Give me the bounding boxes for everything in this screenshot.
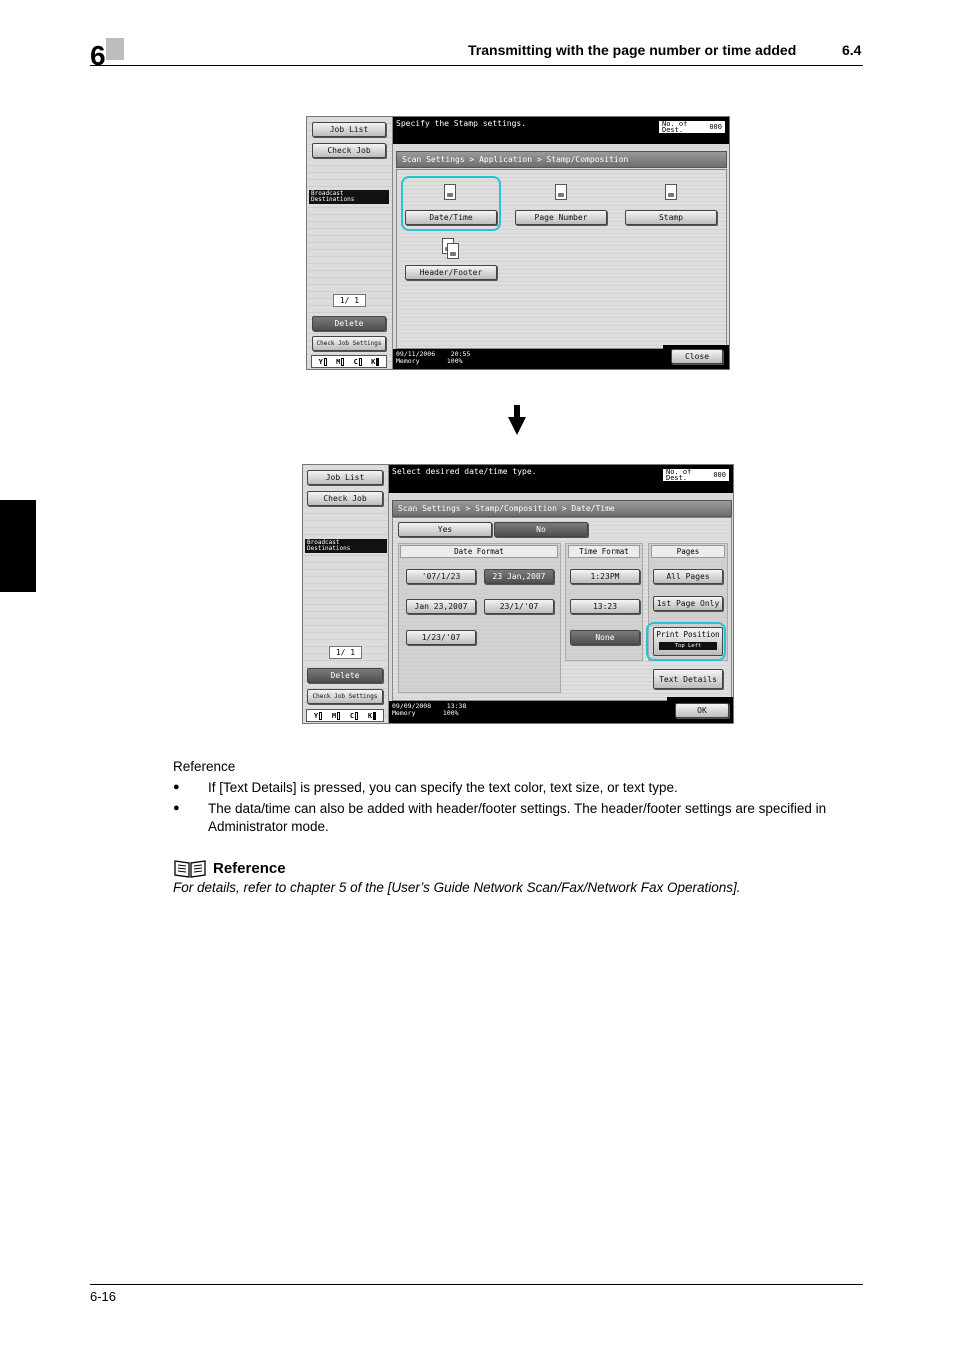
bullet-text-1: If [Text Details] is pressed, you can sp… [208, 780, 678, 795]
bullet-text-2: The data/time can also be added with hea… [208, 801, 827, 834]
page-number: 6-16 [90, 1289, 117, 1304]
toner-bar-icon [373, 711, 377, 720]
running-header-section: 6.4 [842, 42, 862, 58]
toner-levels: Y M C K [311, 355, 387, 368]
reference-label: Reference [173, 759, 236, 774]
chapter-marker [106, 38, 124, 60]
check-job-button[interactable]: Check Job [307, 491, 383, 506]
broadcast-destinations-label: Broadcast Destinations [305, 539, 387, 553]
delete-button[interactable]: Delete [312, 316, 386, 331]
memory-label: Memory [396, 357, 420, 365]
down-arrow-icon [508, 405, 526, 435]
check-job-settings-button[interactable]: Check Job Settings [307, 689, 383, 704]
bullet-icon: ● [173, 781, 180, 793]
toner-bar-icon [376, 357, 380, 366]
toner-c-label: C [353, 357, 358, 366]
toner-bar-icon [337, 711, 341, 720]
time-format-option-selected[interactable]: None [570, 630, 640, 645]
header-footer-icon [447, 243, 459, 259]
print-position-label: Print Position [656, 630, 720, 639]
toner-bar-icon [341, 357, 345, 366]
toner-k-label: K [371, 357, 376, 366]
dest-count: 000 [713, 471, 726, 479]
reference-note: For details, refer to chapter 5 of the [… [173, 880, 741, 895]
breadcrumb: Scan Settings > Stamp/Composition > Date… [392, 500, 732, 517]
first-page-only-button[interactable]: 1st Page Only [653, 596, 723, 611]
toner-bar-icon [355, 711, 359, 720]
date-format-panel [398, 543, 561, 693]
date-time-button[interactable]: Date/Time [405, 210, 497, 225]
toner-y-label: Y [318, 357, 323, 366]
bullet-icon: ● [173, 802, 180, 814]
footer-rule [90, 1284, 863, 1285]
no-button[interactable]: No [494, 522, 588, 537]
chapter-side-tab [0, 500, 36, 592]
memory-value: 100% [442, 709, 459, 717]
screenshot-date-time-settings: Job List Check Job Broadcast Destination… [302, 464, 734, 724]
time-format-option[interactable]: 1:23PM [570, 569, 640, 584]
delete-button[interactable]: Delete [307, 668, 383, 683]
close-button[interactable]: Close [671, 349, 723, 364]
memory-value: 100% [446, 357, 463, 365]
page-counter: 1/ 1 [329, 646, 362, 659]
toner-c-label: C [349, 711, 355, 720]
running-header-title: Transmitting with the page number or tim… [468, 42, 797, 58]
status-bar: 09/11/2006 20:55 Memory 100% [393, 349, 663, 369]
chapter-number: 6 [90, 40, 106, 71]
screenshot-stamp-settings: Job List Check Job Broadcast Destination… [306, 116, 730, 370]
toner-m-label: M [331, 711, 337, 720]
page-counter: 1/ 1 [333, 294, 366, 307]
time-format-option[interactable]: 13:23 [570, 599, 640, 614]
date-format-option[interactable]: '07/1/23 [406, 569, 476, 584]
page-number-button[interactable]: Page Number [515, 210, 607, 225]
stamp-icon [665, 184, 677, 200]
destination-count: No. of Dest. 000 [658, 120, 726, 134]
book-icon [174, 860, 206, 878]
destination-count: No. of Dest. 000 [662, 468, 730, 482]
page-number-icon [555, 184, 567, 200]
check-job-button[interactable]: Check Job [312, 143, 386, 158]
toner-levels: Y M C K [306, 709, 384, 722]
date-format-option[interactable]: 1/23/'07 [406, 630, 476, 645]
date-format-option[interactable]: 23/1/'07 [484, 599, 554, 614]
dest-count: 000 [709, 123, 722, 131]
date-format-option[interactable]: Jan 23,2007 [406, 599, 476, 614]
dest-label: No. of Dest. [666, 468, 692, 482]
stamp-button[interactable]: Stamp [625, 210, 717, 225]
toner-k-label: K [367, 711, 373, 720]
reference-heading-block: Reference [173, 858, 286, 878]
header-rule [90, 65, 863, 66]
status-bar: 09/09/2008 13:38 Memory 100% [389, 701, 667, 723]
time-format-header: Time Format [568, 545, 640, 558]
toner-bar-icon [319, 711, 323, 720]
job-list-button[interactable]: Job List [307, 470, 383, 485]
pages-header: Pages [651, 545, 725, 558]
toner-m-label: M [336, 357, 341, 366]
check-job-settings-button[interactable]: Check Job Settings [312, 336, 386, 351]
toner-bar-icon [323, 357, 327, 366]
broadcast-destinations-label: Broadcast Destinations [309, 190, 389, 204]
reference-heading: Reference [213, 859, 286, 877]
text-details-button[interactable]: Text Details [653, 669, 723, 689]
date-time-icon [444, 184, 456, 200]
memory-label: Memory [392, 709, 416, 717]
breadcrumb: Scan Settings > Application > Stamp/Comp… [396, 151, 727, 168]
job-list-button[interactable]: Job List [312, 122, 386, 137]
ok-button[interactable]: OK [675, 703, 729, 718]
header-footer-button[interactable]: Header/Footer [405, 265, 497, 280]
toner-bar-icon [358, 357, 362, 366]
dest-label: No. of Dest. [662, 120, 688, 134]
yes-button[interactable]: Yes [398, 522, 492, 537]
date-format-header: Date Format [400, 545, 558, 558]
print-position-value: Top Left [659, 642, 717, 650]
toner-y-label: Y [313, 711, 319, 720]
print-position-button[interactable]: Print Position Top Left [653, 627, 723, 656]
all-pages-button[interactable]: All Pages [653, 569, 723, 584]
date-format-option-selected[interactable]: 23 Jan,2007 [484, 569, 554, 584]
